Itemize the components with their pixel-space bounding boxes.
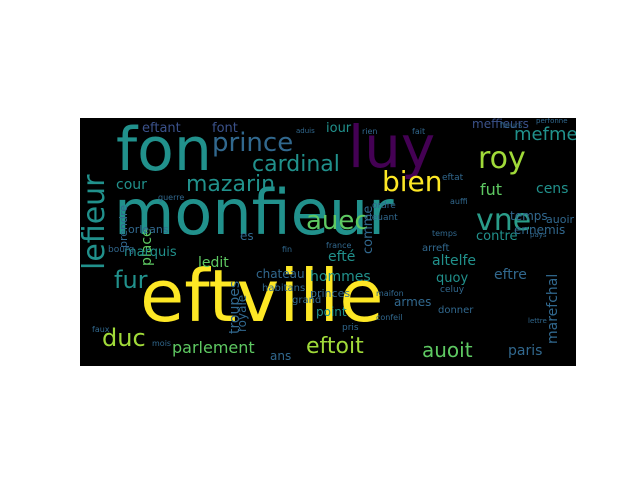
word-grand: grand <box>292 295 322 306</box>
word-eftant: eftant <box>142 121 181 136</box>
word-france: france <box>326 241 352 250</box>
word-auffi: auffi <box>450 197 468 206</box>
word-celuy: celuy <box>440 285 465 295</box>
word-cour: cour <box>116 177 147 193</box>
word-pays: pays <box>530 231 547 239</box>
word-chateau: chateau <box>256 267 305 281</box>
word-auec: auec <box>306 206 369 236</box>
word-mois: mois <box>152 339 172 348</box>
word-marefchal: marefchal <box>545 273 561 344</box>
word-quoy: quoy <box>436 271 469 286</box>
word-arreft: arreft <box>422 243 450 254</box>
word-fur: fur <box>114 266 148 294</box>
word-hommes: hommes <box>310 269 371 285</box>
word-temps: temps <box>510 209 548 223</box>
word-deuant: deuant <box>366 213 398 223</box>
word-orleans: orleans <box>128 223 169 236</box>
word-cloud: monfieur eftville fon luy prince cardina… <box>80 118 576 366</box>
word-ledit: ledit <box>198 255 229 271</box>
word-eftat: eftat <box>442 173 464 183</box>
word-mazarin: mazarin <box>186 172 276 197</box>
word-eftre: eftre <box>494 267 527 283</box>
word-prendre: prendre <box>117 204 130 248</box>
word-rien: rien <box>362 127 378 136</box>
word-lefieur: lefieur <box>80 174 112 271</box>
word-efte: efté <box>328 249 356 265</box>
word-auoir: auoir <box>546 213 575 226</box>
word-paris: paris <box>508 343 543 359</box>
word-iour: iour <box>326 121 352 136</box>
word-conseil: confeil <box>376 313 403 322</box>
word-fut: fut <box>480 180 503 199</box>
word-faux: faux <box>92 325 110 334</box>
word-roy: roy <box>478 141 526 176</box>
word-eftoit: eftoit <box>306 334 364 359</box>
word-parlement: parlement <box>172 338 255 357</box>
word-temps2: temps <box>432 229 458 238</box>
word-es: es <box>240 229 254 243</box>
word-fin: fin <box>282 245 293 254</box>
word-contre: contre <box>476 229 518 244</box>
word-ordre: ordre <box>372 201 396 211</box>
word-point: point <box>316 305 347 319</box>
word-royale: royale <box>235 294 249 332</box>
word-cens: cens <box>536 181 569 197</box>
word-altelfe: altelfe <box>432 253 477 269</box>
word-habitans: habitans <box>262 283 306 294</box>
word-perfonne: perfonne <box>536 118 568 125</box>
word-maifon: maifon <box>376 289 404 298</box>
word-fait: fait <box>412 127 426 136</box>
word-pris: pris <box>342 323 359 333</box>
word-font: font <box>212 121 238 136</box>
word-guerre: guerre <box>158 193 185 202</box>
word-aduis: aduis <box>296 127 315 135</box>
word-bien: bien <box>382 165 443 198</box>
word-lettre: lettre <box>528 317 547 325</box>
word-fieurs: fieurs <box>500 121 523 130</box>
word-auoit: auoit <box>422 338 473 362</box>
word-donner: donner <box>438 305 474 316</box>
word-ans: ans <box>270 349 292 363</box>
